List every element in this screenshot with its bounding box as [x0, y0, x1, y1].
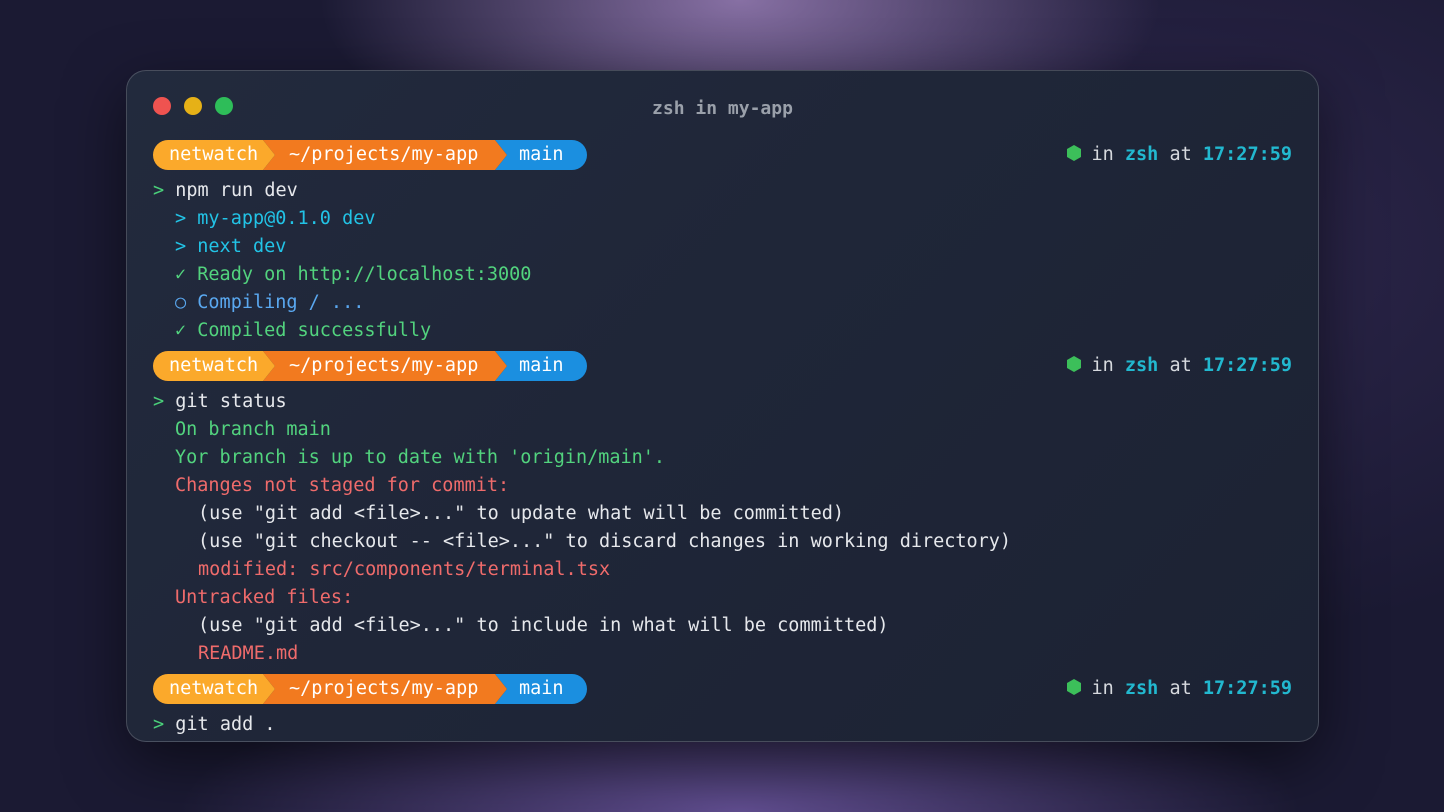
command-line: > npm run dev: [153, 177, 1292, 205]
node-hexagon-icon: [1067, 679, 1082, 695]
output-line: Untracked files:: [175, 587, 354, 608]
output-line: (use "git add <file>..." to include in w…: [198, 615, 889, 636]
prompt-segment-branch-label: main: [519, 144, 564, 165]
prompt-status: in zsh at 17:27:59: [1067, 674, 1292, 704]
prompt-segment-user-label: netwatch: [169, 678, 259, 699]
prompt-segment-branch-label: main: [519, 355, 564, 376]
output-line: (use "git checkout -- <file>..." to disc…: [198, 531, 1012, 552]
prompt-caret: >: [153, 714, 165, 735]
prompt-segment-branch-label: main: [519, 678, 564, 699]
command-text: git add .: [175, 714, 276, 735]
prompt-segment-user-label: netwatch: [169, 355, 259, 376]
prompt-caret: >: [153, 180, 165, 201]
terminal-window: zsh in my-app netwatch ~/projects/my-app m…: [126, 70, 1319, 742]
command-line: > git add .: [153, 711, 1292, 739]
output-line: ○ Compiling / ...: [175, 292, 365, 313]
prompt-time: 17:27:59: [1202, 144, 1292, 165]
output-line: ✓ Compiled successfully: [175, 320, 432, 341]
in-word: in: [1091, 144, 1114, 165]
output-line: modified: src/components/terminal.tsx: [198, 559, 611, 580]
at-word: at: [1169, 678, 1192, 699]
window-title: zsh in my-app: [652, 98, 793, 119]
prompt-row: netwatch ~/projects/my-app main in zsh at 1…: [153, 351, 1292, 381]
command-text: git status: [175, 391, 287, 412]
shell-name: zsh: [1124, 144, 1159, 165]
prompt-segment-path-label: ~/projects/my-app: [289, 144, 479, 165]
output-line: ✓ Ready on http://localhost:3000: [175, 264, 532, 285]
node-hexagon-icon: [1067, 145, 1082, 161]
prompt-segment-path-label: ~/projects/my-app: [289, 355, 479, 376]
shell-name: zsh: [1124, 678, 1159, 699]
prompt-segment-user-label: netwatch: [169, 144, 259, 165]
prompt-caret: >: [153, 391, 165, 412]
prompt-row: netwatch ~/projects/my-app main in zsh at 1…: [153, 140, 1292, 170]
in-word: in: [1091, 678, 1114, 699]
node-hexagon-icon: [1067, 356, 1082, 372]
output-line: > next dev: [175, 236, 287, 257]
prompt-status: in zsh at 17:27:59: [1067, 351, 1292, 381]
output-line: README.md: [198, 643, 299, 664]
output-line: Changes not staged for commit:: [175, 475, 510, 496]
shell-name: zsh: [1124, 355, 1159, 376]
at-word: at: [1169, 355, 1192, 376]
output-line: On branch main: [175, 419, 331, 440]
output-line: (use "git add <file>..." to update what …: [198, 503, 845, 524]
output-line: Yor branch is up to date with 'origin/ma…: [175, 447, 666, 468]
prompt-time: 17:27:59: [1202, 355, 1292, 376]
at-word: at: [1169, 144, 1192, 165]
prompt-row: netwatch ~/projects/my-app main in zsh at 1…: [153, 674, 1292, 704]
output-line: > my-app@0.1.0 dev: [175, 208, 376, 229]
in-word: in: [1091, 355, 1114, 376]
prompt-time: 17:27:59: [1202, 678, 1292, 699]
prompt-segment-path-label: ~/projects/my-app: [289, 678, 479, 699]
command-text: npm run dev: [175, 180, 298, 201]
prompt-status: in zsh at 17:27:59: [1067, 140, 1292, 170]
command-line: > git status: [153, 388, 1292, 416]
